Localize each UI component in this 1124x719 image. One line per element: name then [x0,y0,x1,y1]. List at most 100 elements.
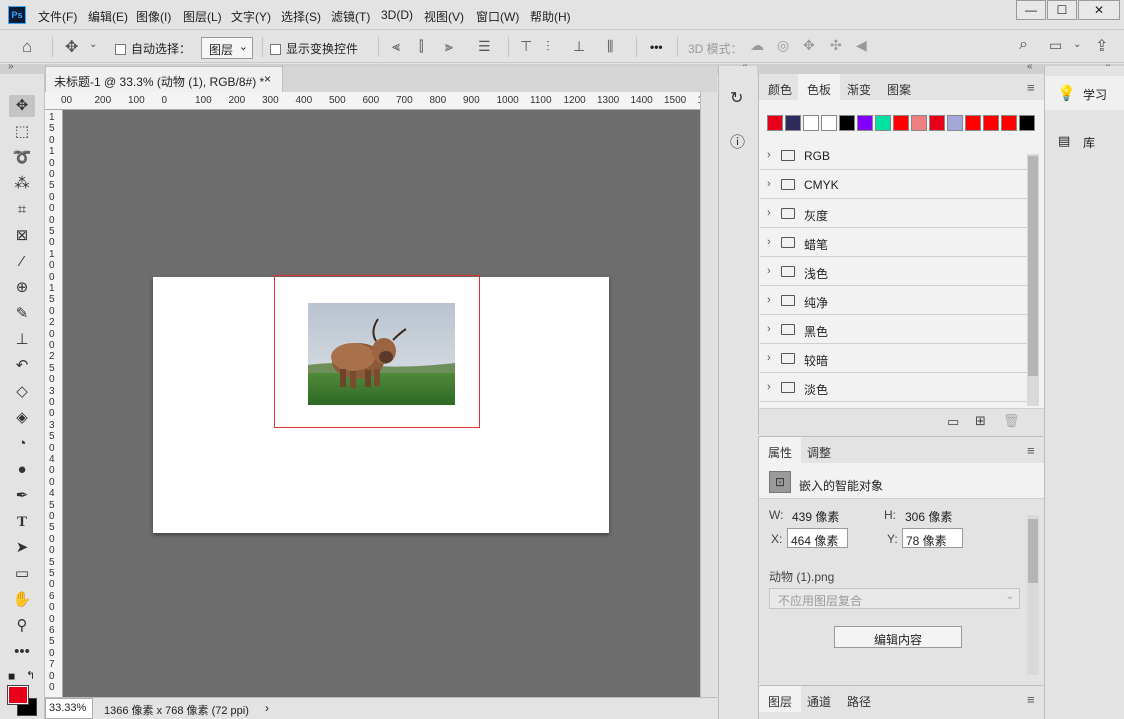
swatch-folder-row[interactable]: › 蜡笔 [760,228,1027,257]
workspace-chevron-icon[interactable]: ⌄ [1073,39,1081,50]
clone-stamp-tool[interactable]: ⊥ [9,329,35,351]
brush-tool[interactable]: ✎ [9,303,35,325]
tab-swatches[interactable]: 色板 [798,74,841,100]
chevron-right-icon[interactable]: › [767,236,771,248]
paint-bucket-tool[interactable]: ◈ [9,407,35,429]
tab-channels[interactable]: 通道 [798,686,840,712]
color-swatch[interactable] [1019,115,1035,131]
swatch-folder-row[interactable]: › RGB [760,141,1027,170]
workspace-icon[interactable]: ▭ [1049,37,1062,54]
distribute-icon[interactable]: ☰ [478,38,491,55]
layers-menu-icon[interactable]: ≡ [1027,692,1035,707]
chevron-right-icon[interactable]: › [767,381,771,393]
distribute-v-icon[interactable]: ⫼ [607,38,613,55]
color-swatch[interactable] [875,115,891,131]
crop-tool[interactable]: ⌗ [9,199,35,221]
history-brush-tool[interactable]: ↶ [9,355,35,377]
chevron-right-icon[interactable]: › [767,149,771,161]
expand-tools-icon[interactable]: » [8,61,14,72]
move-tool[interactable]: ✥ [9,95,35,117]
tab-color[interactable]: 颜色 [759,74,801,100]
minimize-button[interactable]: — [1016,0,1046,20]
swap-colors-icon[interactable]: ↰ [26,669,35,682]
share-icon[interactable]: ⇪ [1095,36,1108,56]
color-swatch[interactable] [911,115,927,131]
collapse-swatch-icon[interactable]: « [1027,61,1033,72]
edit-contents-button[interactable]: 编辑内容 [834,626,962,648]
y-position-input[interactable]: 78 像素 [902,528,963,548]
path-selection-tool[interactable]: ➤ [9,537,35,559]
marquee-tool[interactable]: ⬚ [9,121,35,143]
move-tool-icon[interactable]: ✥ [65,37,78,57]
color-swatch[interactable] [947,115,963,131]
more-options-button[interactable]: ••• [650,40,663,54]
color-swatch[interactable] [929,115,945,131]
panel-menu-icon[interactable]: ≡ [1027,80,1035,95]
color-swatch[interactable] [803,115,819,131]
type-tool[interactable]: T [9,511,35,533]
align-bottom-icon[interactable]: ⊥ [573,38,585,55]
swatch-folder-row[interactable]: › 淡色 [760,373,1027,402]
show-transform-checkbox[interactable]: 显示变换控件 [270,40,358,57]
swatch-folder-row[interactable]: › 纯净 [760,286,1027,315]
tab-close-icon[interactable]: × [264,72,271,86]
color-swatch[interactable] [857,115,873,131]
new-swatch-icon[interactable]: ⊞ [975,413,986,429]
tab-patterns[interactable]: 图案 [878,74,920,100]
zoom-tool[interactable]: ⚲ [9,615,35,637]
tab-gradient[interactable]: 渐变 [838,74,880,100]
canvas-vertical-scrollbar[interactable] [700,92,717,697]
menu-help[interactable]: 帮助(H) [530,8,571,25]
color-swatch[interactable] [839,115,855,131]
menu-image[interactable]: 图像(I) [136,8,171,25]
chevron-down-icon[interactable]: ⌄ [89,39,97,50]
info-icon[interactable]: ⓘ [730,131,745,152]
new-group-icon[interactable]: ▭ [947,414,959,430]
foreground-color-swatch[interactable] [7,685,29,705]
menu-filter[interactable]: 滤镜(T) [331,8,370,25]
zoom-level-field[interactable]: 33.33% [45,698,93,719]
color-swatch[interactable] [767,115,783,131]
default-colors-icon[interactable]: ◼ [8,671,15,682]
blur-tool[interactable]: ◔ [9,433,35,455]
menu-edit[interactable]: 编辑(E) [88,8,128,25]
chevron-right-icon[interactable]: › [767,294,771,306]
delete-swatch-icon[interactable]: 🗑 [1003,413,1020,429]
align-vcenter-icon[interactable]: ⫶ [546,38,550,55]
home-icon[interactable]: ⌂ [22,37,32,57]
chevron-right-icon[interactable]: › [767,323,771,335]
menu-view[interactable]: 视图(V) [424,8,464,25]
swatch-folder-row[interactable]: › 灰度 [760,199,1027,228]
color-swatch[interactable] [965,115,981,131]
eraser-tool[interactable]: ◇ [9,381,35,403]
color-swatch[interactable] [983,115,999,131]
edit-toolbar-button[interactable]: ••• [9,641,35,663]
library-panel-button[interactable]: ▤ 库 [1045,124,1124,158]
healing-brush-tool[interactable]: ⊕ [9,277,35,299]
menu-layer[interactable]: 图层(L) [183,8,222,25]
swatch-folder-row[interactable]: › CMYK [760,170,1027,199]
search-icon[interactable]: ⌕ [1019,36,1028,54]
color-swatch[interactable] [1001,115,1017,131]
auto-select-dropdown[interactable]: 图层 ⌄ [201,37,253,59]
properties-scrollbar[interactable] [1027,515,1039,675]
maximize-button[interactable]: ☐ [1047,0,1077,20]
swatch-folder-row[interactable]: › 黑色 [760,315,1027,344]
history-icon[interactable]: ↻ [730,88,743,108]
magic-wand-tool[interactable]: ⁂ [9,173,35,195]
menu-window[interactable]: 窗口(W) [476,8,519,25]
align-right-icon[interactable]: ⫸ [445,38,453,55]
eyedropper-tool[interactable]: ⁄ [9,251,35,273]
menu-select[interactable]: 选择(S) [281,8,321,25]
swatch-scrollbar[interactable] [1027,154,1039,406]
align-hcenter-icon[interactable]: ⫿ [419,38,423,55]
chevron-right-icon[interactable]: › [767,178,771,190]
layer-comp-select[interactable]: 不应用图层复合 ⌄ [769,588,1020,609]
menu-file[interactable]: 文件(F) [38,8,77,25]
hand-tool[interactable]: ✋ [9,589,35,611]
swatch-folder-row[interactable]: › 较暗 [760,344,1027,373]
chevron-right-icon[interactable]: › [767,207,771,219]
chevron-right-icon[interactable]: › [767,352,771,364]
chevron-right-icon[interactable]: › [767,265,771,277]
highland-cow-image[interactable] [308,303,455,405]
